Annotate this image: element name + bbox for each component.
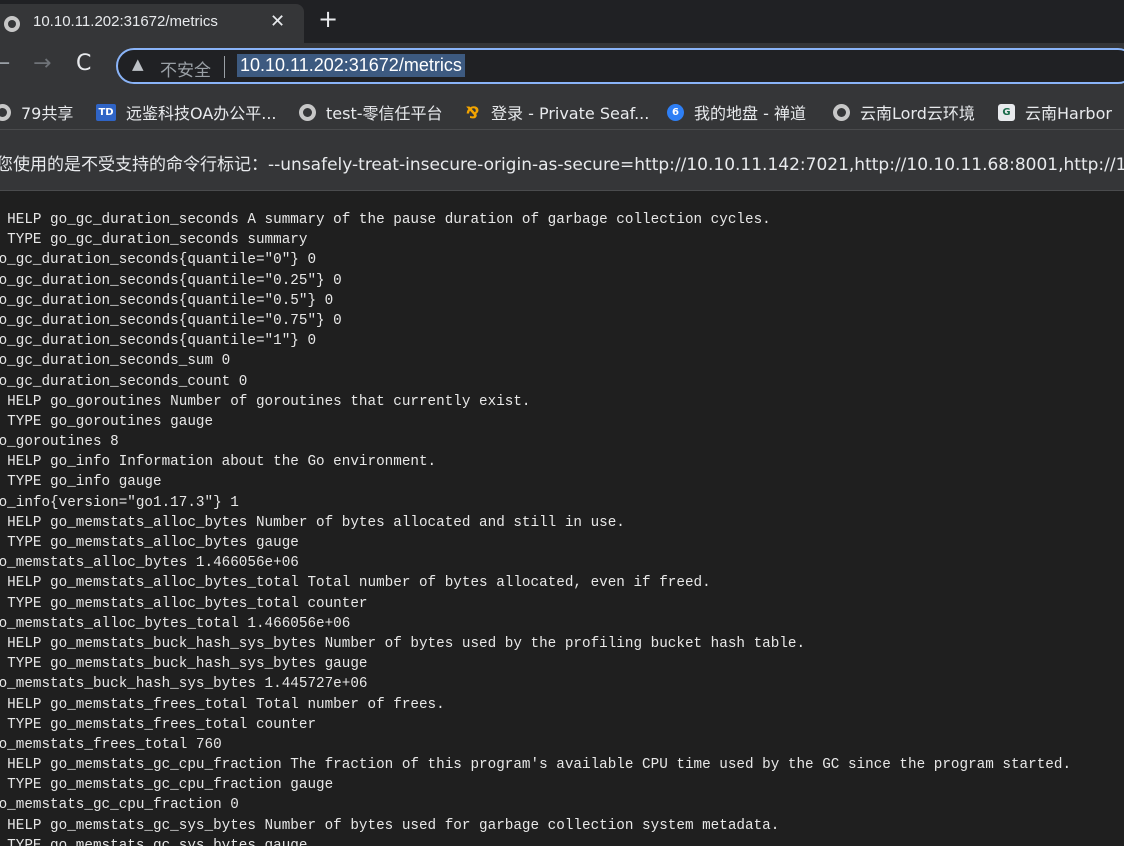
bookmark-item[interactable]: 6 我的地盘 - 禅道: [667, 100, 806, 124]
globe-icon: [833, 103, 850, 121]
metric-line: # HELP go_memstats_frees_total Total num…: [0, 696, 445, 713]
metrics-text: # HELP go_gc_duration_seconds A summary …: [0, 210, 1071, 846]
tab-title: 10.10.11.202:31672/metrics: [33, 13, 218, 30]
globe-icon: [4, 16, 20, 32]
metric-line: go_memstats_buck_hash_sys_bytes 1.445727…: [0, 676, 368, 693]
harbor-icon: G: [998, 103, 1015, 121]
metric-line: go_memstats_gc_cpu_fraction 0: [0, 797, 239, 814]
bookmark-label: test-零信任平台: [326, 104, 443, 123]
browser-toolbar: ← → C ▲ 不安全 10.10.11.202:31672/metrics: [0, 43, 1124, 91]
back-button[interactable]: ←: [0, 51, 10, 76]
address-bar[interactable]: ▲ 不安全 10.10.11.202:31672/metrics: [116, 48, 1124, 84]
bookmark-item[interactable]: G 云南Harbor: [998, 100, 1112, 124]
metric-line: go_gc_duration_seconds_sum 0: [0, 353, 231, 370]
metric-line: # TYPE go_info gauge: [0, 474, 162, 491]
insecure-label[interactable]: 不安全: [160, 56, 211, 81]
metric-line: # TYPE go_memstats_gc_sys_bytes gauge: [0, 837, 308, 846]
metric-line: go_memstats_alloc_bytes_total 1.466056e+…: [0, 615, 351, 632]
bookmark-item[interactable]: TD 远鉴科技OA办公平...: [96, 100, 277, 124]
metric-line: # TYPE go_memstats_alloc_bytes_total cou…: [0, 595, 368, 612]
reload-button[interactable]: C: [76, 51, 91, 76]
bookmark-item[interactable]: 79共享: [0, 100, 73, 124]
metric-line: go_goroutines 8: [0, 434, 119, 451]
omnibox-separator: [224, 56, 225, 78]
globe-icon: [299, 103, 316, 121]
bookmark-label: 我的地盘 - 禅道: [694, 104, 806, 123]
metric-line: go_memstats_alloc_bytes 1.466056e+06: [0, 555, 299, 572]
metric-line: go_gc_duration_seconds{quantile="0.75"} …: [0, 312, 342, 329]
close-tab-icon[interactable]: ✕: [270, 11, 285, 32]
metric-line: go_memstats_frees_total 760: [0, 736, 222, 753]
page-content: # HELP go_gc_duration_seconds A summary …: [0, 191, 1124, 846]
metric-line: # HELP go_memstats_gc_sys_bytes Number o…: [0, 817, 780, 834]
warning-icon[interactable]: ▲: [132, 55, 144, 73]
bookmark-label: 云南Harbor: [1025, 104, 1112, 123]
bookmark-item[interactable]: ⅋ 登录 - Private Seaf...: [464, 100, 650, 124]
unsupported-flag-infobar: 您使用的是不受支持的命令行标记：--unsafely-treat-insecur…: [0, 129, 1124, 191]
bookmark-label: 79共享: [21, 104, 74, 123]
metric-line: # HELP go_memstats_alloc_bytes_total Tot…: [0, 575, 711, 592]
bookmark-item[interactable]: test-零信任平台: [299, 100, 443, 124]
metric-line: go_gc_duration_seconds_count 0: [0, 373, 248, 390]
bookmark-label: 登录 - Private Seaf...: [491, 104, 650, 123]
bookmarks-bar: 79共享 TD 远鉴科技OA办公平... test-零信任平台 ⅋ 登录 - P…: [0, 91, 1124, 129]
bookmark-label: 远鉴科技OA办公平...: [126, 104, 277, 123]
metric-line: go_info{version="go1.17.3"} 1: [0, 494, 239, 511]
metric-line: # TYPE go_memstats_frees_total counter: [0, 716, 317, 733]
tab-strip: 10.10.11.202:31672/metrics ✕ +: [0, 0, 1124, 43]
metric-line: # HELP go_memstats_alloc_bytes Number of…: [0, 514, 625, 531]
metric-line: go_gc_duration_seconds{quantile="0.5"} 0: [0, 292, 334, 309]
metric-line: # TYPE go_goroutines gauge: [0, 413, 214, 430]
bookmark-label: 云南Lord云环境: [860, 104, 975, 123]
infobar-message: 您使用的是不受支持的命令行标记：--unsafely-treat-insecur…: [0, 155, 1124, 175]
url-text[interactable]: 10.10.11.202:31672/metrics: [237, 54, 465, 77]
forward-button[interactable]: →: [33, 51, 51, 76]
td-icon: TD: [96, 103, 116, 121]
new-tab-button[interactable]: +: [318, 5, 338, 33]
metric-line: # HELP go_goroutines Number of goroutine…: [0, 393, 531, 410]
globe-icon: [0, 103, 11, 121]
active-tab[interactable]: 10.10.11.202:31672/metrics ✕: [0, 4, 304, 43]
metric-line: # TYPE go_memstats_buck_hash_sys_bytes g…: [0, 656, 368, 673]
metric-line: go_gc_duration_seconds{quantile="0"} 0: [0, 252, 317, 269]
metric-line: # HELP go_memstats_gc_cpu_fraction The f…: [0, 757, 1072, 774]
bookmark-item[interactable]: 云南Lord云环境: [833, 100, 975, 124]
seafile-icon: ⅋: [465, 102, 480, 122]
metric-line: go_gc_duration_seconds{quantile="0.25"} …: [0, 272, 342, 289]
metric-line: go_gc_duration_seconds{quantile="1"} 0: [0, 333, 317, 350]
metric-line: # HELP go_memstats_buck_hash_sys_bytes N…: [0, 635, 806, 652]
metric-line: # HELP go_info Information about the Go …: [0, 454, 437, 471]
metric-line: # TYPE go_memstats_alloc_bytes gauge: [0, 535, 299, 551]
baidu-icon: 6: [667, 103, 684, 121]
metric-line: # TYPE go_memstats_gc_cpu_fraction gauge: [0, 777, 334, 794]
metric-line: # HELP go_gc_duration_seconds A summary …: [0, 212, 771, 228]
metric-line: # TYPE go_gc_duration_seconds summary: [0, 232, 308, 249]
